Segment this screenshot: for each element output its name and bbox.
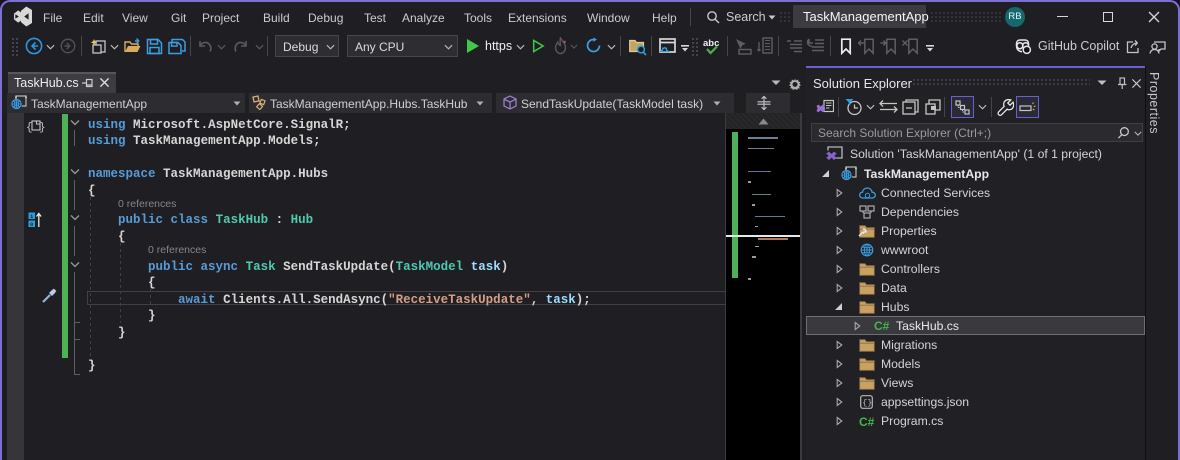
- svg-text:C#: C#: [874, 319, 890, 332]
- svg-text:C#: C#: [859, 415, 875, 428]
- svg-text:{}: {}: [862, 398, 872, 408]
- svg-text:}: }: [39, 122, 45, 133]
- svg-text:0: 0: [30, 221, 33, 228]
